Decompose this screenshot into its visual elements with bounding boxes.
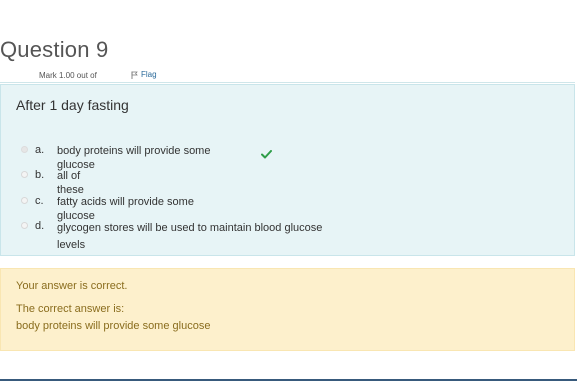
question-box: After 1 day fasting a. body proteins wil… — [0, 84, 575, 256]
option-text: all of these — [57, 170, 84, 196]
question-text: After 1 day fasting — [16, 97, 129, 113]
radio-option-d[interactable] — [21, 222, 28, 229]
quiz-question-page: Question 9 Mark 1.00 out of Flag After 1… — [0, 0, 577, 381]
question-mark: Mark 1.00 out of — [39, 71, 97, 80]
correct-answer-text: body proteins will provide some glucose — [16, 320, 211, 332]
radio-option-a[interactable] — [21, 146, 28, 153]
option-text: fatty acids will provide some glucose — [57, 196, 194, 222]
radio-option-b[interactable] — [21, 171, 28, 178]
radio-option-c[interactable] — [21, 197, 28, 204]
question-info: Mark 1.00 out of Flag — [0, 68, 575, 83]
feedback-box: Your answer is correct. The correct answ… — [0, 268, 575, 351]
correct-answer-label: The correct answer is: — [16, 303, 125, 315]
option-letter: b. — [35, 169, 45, 181]
flag-button[interactable]: Flag — [131, 70, 157, 79]
option-text: glycogen stores will be used to maintain… — [57, 222, 323, 251]
option-letter: c. — [35, 195, 44, 207]
option-text: body proteins will provide some glucose — [57, 145, 211, 171]
option-letter: d. — [35, 220, 45, 232]
question-title: Question 9 — [0, 37, 109, 62]
flag-icon — [131, 71, 138, 79]
option-letter: a. — [35, 144, 45, 156]
feedback-status: Your answer is correct. — [16, 280, 128, 292]
flag-label: Flag — [141, 70, 157, 79]
checkmark-icon — [261, 146, 272, 164]
